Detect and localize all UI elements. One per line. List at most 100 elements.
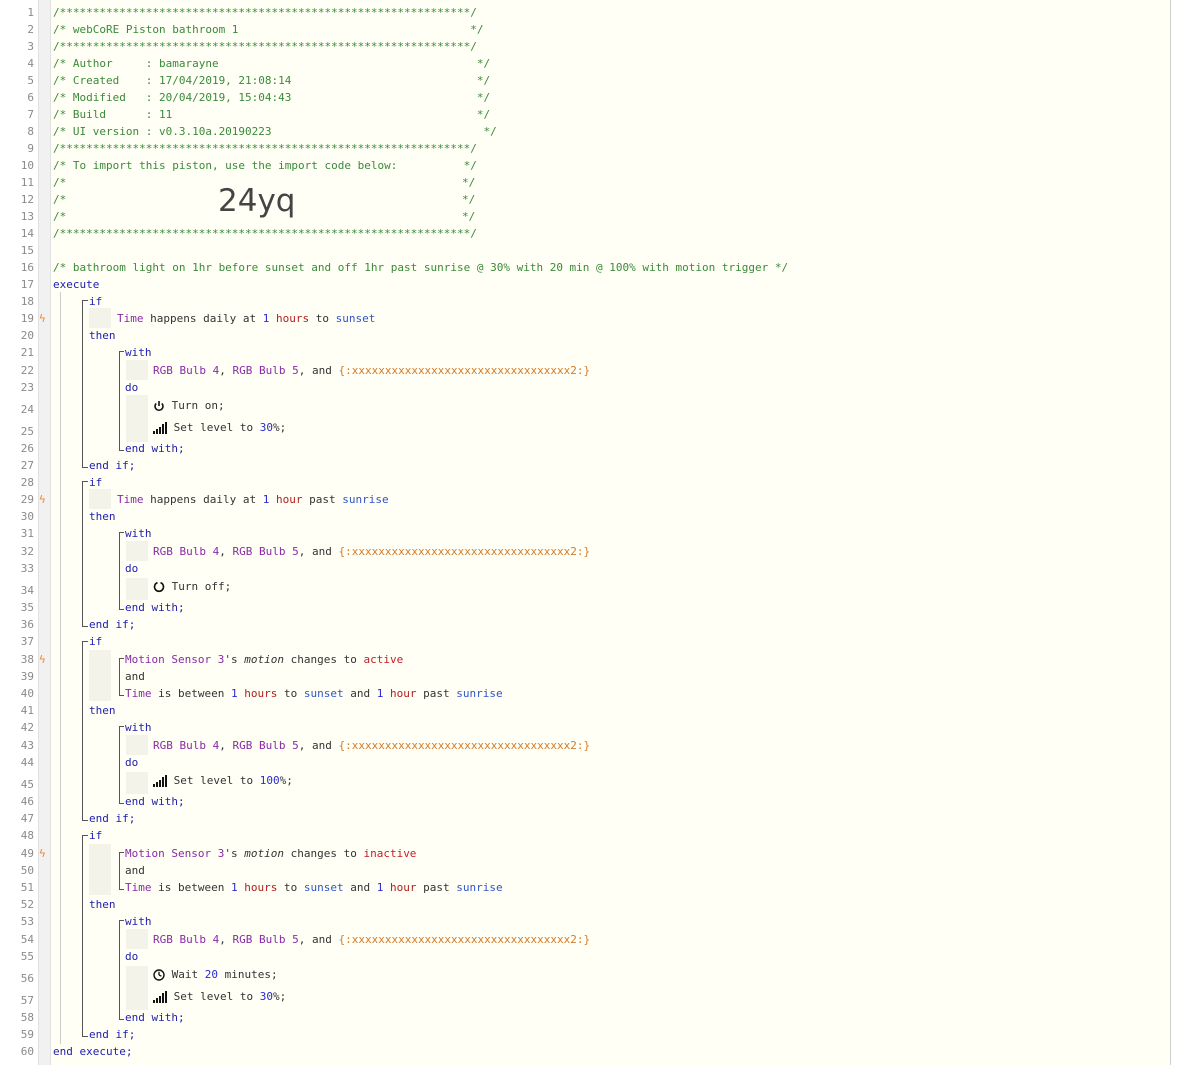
condition-motion[interactable]: Motion Sensor 3's motion changes to inac… (125, 847, 416, 860)
with-keyword[interactable]: with (125, 915, 152, 928)
if-keyword[interactable]: if (89, 635, 102, 648)
line-number: 38 (20, 653, 34, 666)
and-operator[interactable]: and (125, 670, 145, 683)
line-number: 5 (27, 74, 34, 87)
end-with-keyword: end with; (125, 442, 185, 455)
line-number: 6 (27, 91, 34, 104)
end-with-keyword: end with; (125, 1011, 185, 1024)
then-keyword: then (89, 329, 116, 342)
power-icon (154, 401, 164, 412)
line-number: 55 (20, 950, 34, 963)
line-number: 21 (20, 346, 34, 359)
piston-description: /* bathroom light on 1hr before sunset a… (53, 261, 789, 274)
line-number: 2 (27, 23, 34, 36)
line-number: 42 (20, 721, 34, 734)
if-keyword[interactable]: if (89, 295, 102, 308)
and-operator[interactable]: and (125, 864, 145, 877)
then-keyword: then (89, 898, 116, 911)
task-turn-off[interactable]: Turn off; (153, 580, 231, 593)
device-list[interactable]: RGB Bulb 4, RGB Bulb 5, and {:xxxxxxxxxx… (153, 739, 590, 752)
with-keyword[interactable]: with (125, 346, 152, 359)
line-number: 37 (20, 635, 34, 648)
do-keyword: do (125, 756, 139, 769)
execute-keyword: execute (53, 278, 100, 291)
trigger-bolt-icon: ϟ (39, 312, 46, 325)
condition-motion[interactable]: Motion Sensor 3's motion changes to acti… (125, 653, 403, 666)
line-number: 59 (20, 1028, 34, 1041)
with-keyword[interactable]: with (125, 721, 152, 734)
line-number: 44 (20, 756, 34, 769)
header-created: /* Created : 17/04/2019, 21:08:14 */ (53, 74, 491, 87)
line-number: 27 (20, 459, 34, 472)
signal-bars-icon (153, 422, 167, 434)
end-if-keyword: end if; (89, 1028, 136, 1041)
condition-time-daily[interactable]: Time happens daily at 1 hour past sunris… (117, 493, 389, 506)
device-list[interactable]: RGB Bulb 4, RGB Bulb 5, and {:xxxxxxxxxx… (153, 933, 590, 946)
line-number: 47 (20, 812, 34, 825)
line-number: 23 (20, 381, 34, 394)
trigger-bolt-icon: ϟ (39, 493, 46, 506)
line-number: 28 (20, 476, 34, 489)
end-with-keyword: end with; (125, 795, 185, 808)
line-number: 31 (20, 527, 34, 540)
line-number: 40 (20, 687, 34, 700)
end-execute-keyword: end execute; (53, 1045, 133, 1058)
end-if-keyword: end if; (89, 812, 136, 825)
task-set-level[interactable]: Set level to 30%; (153, 990, 286, 1003)
line-number: 8 (27, 125, 34, 138)
line-number: 15 (20, 244, 34, 257)
condition-time-between[interactable]: Time is between 1 hours to sunset and 1 … (125, 687, 503, 700)
clock-icon (153, 969, 165, 981)
header-stars: /***************************************… (53, 6, 477, 19)
line-number: 19 (20, 312, 34, 325)
header-build: /* Build : 11 */ (53, 108, 491, 121)
task-set-level[interactable]: Set level to 100%; (153, 774, 293, 787)
line-number: 3 (27, 40, 34, 53)
power-off-icon (153, 581, 165, 593)
line-number: 25 (20, 425, 34, 438)
line-number: 14 (20, 227, 34, 240)
then-keyword: then (89, 510, 116, 523)
line-number: 48 (20, 829, 34, 842)
line-number: 11 (20, 176, 34, 189)
do-keyword: do (125, 562, 139, 575)
line-number: 60 (20, 1045, 34, 1058)
line-number: 13 (20, 210, 34, 223)
line-number: 50 (20, 864, 34, 877)
do-keyword: do (125, 381, 139, 394)
line-number: 22 (20, 364, 34, 377)
line-number: 36 (20, 618, 34, 631)
line-number: 29 (20, 493, 34, 506)
task-turn-on[interactable]: Turn on; (153, 399, 225, 412)
line-number: 56 (20, 972, 34, 985)
device-list[interactable]: RGB Bulb 4, RGB Bulb 5, and {:xxxxxxxxxx… (153, 545, 590, 558)
line-number: 1 (27, 6, 34, 19)
device-list[interactable]: RGB Bulb 4, RGB Bulb 5, and {:xxxxxxxxxx… (153, 364, 590, 377)
line-number: 57 (20, 994, 34, 1007)
line-number: 54 (20, 933, 34, 946)
line-number: 20 (20, 329, 34, 342)
line-number: 17 (20, 278, 34, 291)
code-editor: 1 2 3 4 5 6 7 8 9 10 11 12 13 14 15 16 17 18 19 20 21 22 23 24 2… (0, 0, 1171, 1065)
condition-time-between[interactable]: Time is between 1 hours to sunset and 1 … (125, 881, 503, 894)
task-set-level[interactable]: Set level to 30%; (153, 421, 286, 434)
condition-time-daily[interactable]: Time happens daily at 1 hours to sunset (117, 312, 375, 325)
line-number: 26 (20, 442, 34, 455)
import-code[interactable]: 24yq (218, 184, 295, 218)
with-keyword[interactable]: with (125, 527, 152, 540)
if-keyword[interactable]: if (89, 829, 102, 842)
header-stars: /***************************************… (53, 40, 477, 53)
header-title: /* webCoRE Piston bathroom 1 */ (53, 23, 484, 36)
header-import-hint: /* To import this piston, use the import… (53, 159, 477, 172)
trigger-bolt-icon: ϟ (39, 847, 46, 860)
header-stars: /***************************************… (53, 227, 477, 240)
do-keyword: do (125, 950, 139, 963)
gutter-separator (38, 0, 51, 1065)
line-number: 52 (20, 898, 34, 911)
if-keyword[interactable]: if (89, 476, 102, 489)
line-number: 39 (20, 670, 34, 683)
line-number: 4 (27, 57, 34, 70)
task-wait[interactable]: Wait 20 minutes; (153, 968, 278, 981)
signal-bars-icon (153, 991, 167, 1003)
line-number: 53 (20, 915, 34, 928)
